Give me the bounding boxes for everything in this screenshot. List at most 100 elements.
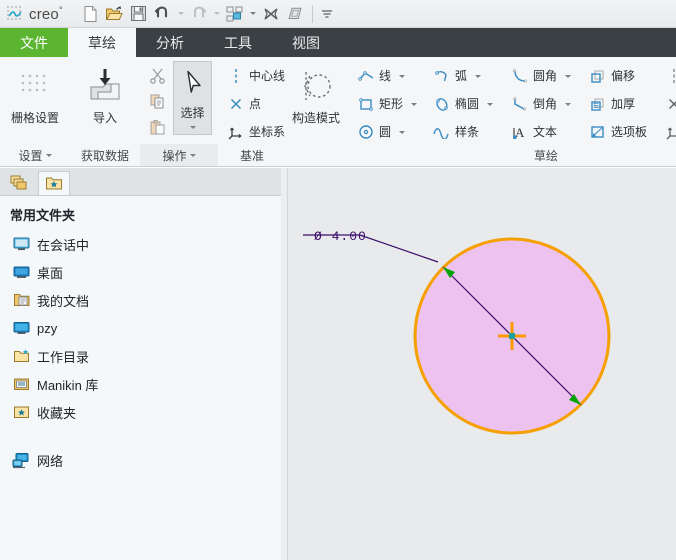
redo-dropdown-caret[interactable]	[211, 2, 223, 26]
select-button[interactable]: 选择	[173, 61, 212, 135]
ellipse-dropdown-caret[interactable]	[487, 102, 494, 106]
thicken-button[interactable]: 加厚	[586, 91, 650, 117]
arc-dropdown-caret[interactable]	[475, 74, 482, 78]
sidebar-item-desktop[interactable]: 桌面	[0, 258, 281, 286]
circle-center-point[interactable]	[509, 333, 515, 339]
fillet-button[interactable]: 圆角	[508, 63, 574, 89]
rectangle-button[interactable]: 矩形	[354, 91, 420, 117]
select-dropdown-caret[interactable]	[189, 121, 196, 134]
text-label: 文本	[533, 125, 558, 139]
grid-settings-label: 栅格设置	[10, 111, 59, 125]
tab-file[interactable]: 文件	[0, 28, 68, 57]
ellipse-label: 椭圆	[455, 97, 480, 111]
sidebar-item-in-session[interactable]: 在会话中	[0, 230, 281, 258]
sidebar-item-my-documents[interactable]: 我的文档	[0, 286, 281, 314]
ribbon-group-settings-caption[interactable]: 设置	[0, 144, 70, 166]
construction-mode-icon	[296, 64, 336, 108]
chamfer-button[interactable]: 倒角	[508, 91, 574, 117]
datum-items: 中心线 点 坐标系	[224, 61, 288, 145]
coordinate-system-icon	[227, 123, 245, 141]
datum-centerline-button[interactable]: 中心线	[224, 63, 288, 89]
circle-label: 圆	[379, 125, 392, 139]
sidebar-item-pzy[interactable]: pzy	[0, 314, 281, 342]
sketch-coordinate-system-button[interactable]: 坐标系	[662, 119, 676, 145]
import-button[interactable]: 导入	[76, 61, 134, 126]
ribbon-group-get-data: 导入 获取数据	[70, 57, 140, 166]
working-directory-icon	[12, 348, 30, 365]
circle-button[interactable]: 圆	[354, 119, 420, 145]
tab-analysis[interactable]: 分析	[136, 28, 204, 57]
copy-icon[interactable]	[146, 89, 168, 114]
tab-view[interactable]: 视图	[272, 28, 340, 57]
paste-icon[interactable]	[146, 115, 168, 140]
new-file-icon[interactable]	[79, 2, 103, 26]
sidebar-item-favorites[interactable]: 收藏夹	[0, 398, 281, 426]
ellipse-button[interactable]: 椭圆	[430, 91, 496, 117]
ribbon-group-sketching: 线 矩形 圆 弧 椭圆 样条 圆角 倒角 A 文本 偏移 加厚 选项板 草绘	[346, 57, 676, 166]
datum-point-label: 点	[249, 97, 262, 111]
regenerate-dropdown-caret[interactable]	[247, 2, 259, 26]
creo-brand-text: creo°	[29, 4, 63, 23]
circle-dropdown-caret[interactable]	[399, 130, 406, 134]
ribbon-group-operations-caption[interactable]: 操作	[140, 144, 218, 166]
tab-sketch[interactable]: 草绘	[68, 28, 136, 57]
customize-qat-icon[interactable]	[318, 2, 336, 26]
grid-settings-button[interactable]: 栅格设置	[6, 61, 64, 126]
line-icon	[357, 67, 375, 85]
sidebar-item-network[interactable]: 网络	[0, 446, 281, 474]
network-icon	[12, 452, 30, 469]
undo-icon[interactable]	[151, 2, 175, 26]
fillet-dropdown-caret[interactable]	[565, 74, 572, 78]
undo-dropdown-caret[interactable]	[175, 2, 187, 26]
common-folders-header: 常用文件夹	[10, 208, 76, 223]
sketch-canvas[interactable]: Ø 4.00	[288, 168, 676, 560]
rectangle-dropdown-caret[interactable]	[411, 102, 418, 106]
redo-icon[interactable]	[187, 2, 211, 26]
palette-button[interactable]: 选项板	[586, 119, 650, 145]
line-button[interactable]: 线	[354, 63, 420, 89]
sketch-centerline-button[interactable]: 中心线	[662, 63, 676, 89]
spline-button[interactable]: 样条	[430, 119, 496, 145]
sketch-point-button[interactable]: 点	[662, 91, 676, 117]
grid-settings-icon	[16, 64, 54, 108]
construction-mode-button[interactable]: 构造模式	[292, 61, 340, 126]
sketch-column-3: 圆角 倒角 A 文本	[508, 61, 574, 145]
close-window-icon[interactable]	[259, 2, 283, 26]
rectangle-icon	[357, 95, 375, 113]
arc-icon	[433, 67, 451, 85]
regenerate-icon[interactable]	[223, 2, 247, 26]
sketch-column-2: 弧 椭圆 样条	[430, 61, 496, 145]
text-button[interactable]: A 文本	[508, 119, 574, 145]
ribbon-group-construction: 构造模式	[286, 57, 346, 166]
diameter-dimension-label[interactable]: Ø 4.00	[314, 229, 367, 244]
ribbon-group-construction-caption	[286, 144, 346, 166]
sidebar-item-manikin-library[interactable]: Manikin 库	[0, 370, 281, 398]
tab-tools[interactable]: 工具	[204, 28, 272, 57]
clipboard-icon-column	[144, 61, 170, 140]
datum-coordinate-system-button[interactable]: 坐标系	[224, 119, 288, 145]
datum-point-button[interactable]: 点	[224, 91, 288, 117]
window-icon[interactable]	[283, 2, 307, 26]
sketch-column-5: 中心线 点	[662, 61, 676, 145]
datum-coordinate-system-label: 坐标系	[249, 125, 286, 139]
chamfer-dropdown-caret[interactable]	[565, 102, 572, 106]
offset-label: 偏移	[611, 69, 636, 83]
sidebar-item-label: 桌面	[37, 265, 64, 281]
save-icon[interactable]	[127, 2, 151, 26]
offset-button[interactable]: 偏移	[586, 63, 650, 89]
sketch-graphics	[303, 234, 611, 435]
chevron-down-icon	[45, 153, 52, 157]
arc-button[interactable]: 弧	[430, 63, 496, 89]
favorites-tab[interactable]	[38, 171, 70, 195]
open-file-icon[interactable]	[103, 2, 127, 26]
arrow-cursor-icon	[181, 64, 205, 104]
point-icon	[227, 95, 245, 113]
chevron-down-icon	[189, 153, 196, 157]
my-documents-icon	[12, 292, 30, 309]
sidebar-item-label: pzy	[37, 320, 58, 336]
centerline-icon	[665, 67, 676, 85]
sidebar-item-working-directory[interactable]: 工作目录	[0, 342, 281, 370]
model-tree-tab[interactable]	[4, 171, 36, 195]
line-dropdown-caret[interactable]	[399, 74, 406, 78]
cut-icon[interactable]	[146, 63, 168, 88]
